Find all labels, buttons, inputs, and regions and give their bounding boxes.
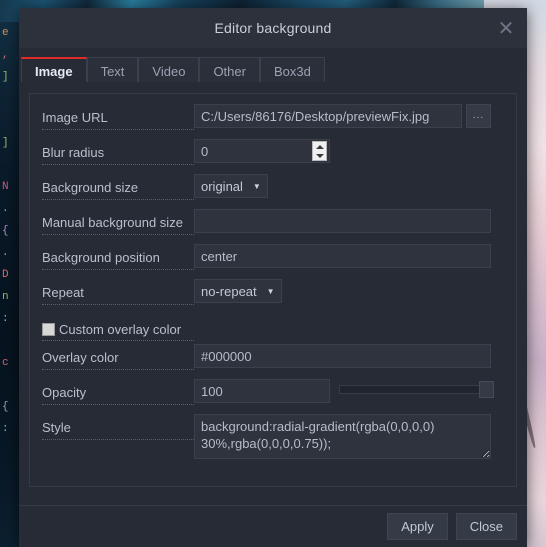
custom-overlay-color-label: Custom overlay color bbox=[42, 322, 194, 341]
manual-background-size-input[interactable] bbox=[194, 209, 491, 233]
chevron-down-icon: ▼ bbox=[252, 181, 261, 191]
row-style: Style background:radial-gradient(rgba(0,… bbox=[30, 414, 516, 466]
style-label: Style bbox=[42, 420, 194, 440]
background-position-label: Background position bbox=[42, 250, 194, 270]
row-image-url: Image URL ... bbox=[30, 104, 516, 139]
background-size-label: Background size bbox=[42, 180, 194, 200]
row-manual-background-size: Manual background size bbox=[30, 209, 516, 244]
opacity-label: Opacity bbox=[42, 385, 194, 405]
row-overlay-color: Overlay color bbox=[30, 344, 516, 379]
image-url-input[interactable] bbox=[194, 104, 462, 128]
row-custom-overlay-color: Custom overlay color bbox=[30, 314, 516, 344]
blur-radius-stepper[interactable] bbox=[312, 141, 327, 161]
row-background-position: Background position bbox=[30, 244, 516, 279]
background-size-value: original bbox=[201, 178, 243, 194]
manual-background-size-label: Manual background size bbox=[42, 215, 194, 235]
close-button[interactable]: Close bbox=[455, 513, 517, 540]
custom-overlay-color-text: Custom overlay color bbox=[59, 322, 182, 337]
desktop-background: e,]] N.{. Dn: c{: Editor background ✕ Image… bbox=[0, 0, 546, 547]
row-blur-radius: Blur radius bbox=[30, 139, 516, 174]
editor-code-column: e,]] N.{. Dn: c{: bbox=[0, 22, 20, 547]
row-background-size: Background size original ▼ bbox=[30, 174, 516, 209]
tab-video[interactable]: Video bbox=[138, 57, 200, 82]
tab-box3d[interactable]: Box3d bbox=[259, 57, 325, 82]
row-opacity: Opacity bbox=[30, 379, 516, 414]
editor-background-dialog: Editor background ✕ Image Text Video Oth… bbox=[19, 8, 527, 547]
browse-button[interactable]: ... bbox=[466, 104, 491, 128]
tab-other[interactable]: Other bbox=[199, 57, 260, 82]
apply-button[interactable]: Apply bbox=[387, 513, 448, 540]
row-repeat: Repeat no-repeat ▼ bbox=[30, 279, 516, 314]
tab-image[interactable]: Image bbox=[21, 57, 87, 82]
dialog-footer: Apply Close bbox=[19, 505, 527, 547]
chevron-down-icon: ▼ bbox=[266, 286, 275, 296]
close-x-icon[interactable]: ✕ bbox=[491, 12, 521, 44]
tab-text[interactable]: Text bbox=[86, 57, 139, 82]
style-textarea[interactable]: background:radial-gradient(rgba(0,0,0,0)… bbox=[194, 414, 491, 459]
opacity-slider-handle[interactable] bbox=[479, 381, 494, 398]
stepper-down-icon[interactable] bbox=[315, 153, 324, 158]
stepper-up-icon[interactable] bbox=[315, 144, 324, 149]
opacity-slider-track[interactable] bbox=[339, 385, 494, 394]
image-url-label: Image URL bbox=[42, 110, 194, 130]
repeat-select[interactable]: no-repeat ▼ bbox=[194, 279, 282, 303]
background-position-input[interactable] bbox=[194, 244, 491, 268]
background-size-select[interactable]: original ▼ bbox=[194, 174, 268, 198]
overlay-color-input[interactable] bbox=[194, 344, 491, 368]
dialog-titlebar: Editor background ✕ bbox=[19, 8, 527, 48]
dialog-title: Editor background bbox=[214, 20, 332, 36]
blur-radius-label: Blur radius bbox=[42, 145, 194, 165]
repeat-value: no-repeat bbox=[201, 283, 257, 299]
opacity-slider[interactable] bbox=[339, 379, 494, 401]
image-tab-panel: Image URL ... Blur radius bbox=[29, 93, 517, 487]
opacity-input[interactable] bbox=[194, 379, 330, 403]
tab-bar: Image Text Video Other Box3d bbox=[19, 48, 527, 82]
custom-overlay-color-checkbox[interactable] bbox=[42, 323, 55, 336]
blur-radius-input[interactable] bbox=[194, 139, 330, 163]
repeat-label: Repeat bbox=[42, 285, 194, 305]
overlay-color-label: Overlay color bbox=[42, 350, 194, 370]
